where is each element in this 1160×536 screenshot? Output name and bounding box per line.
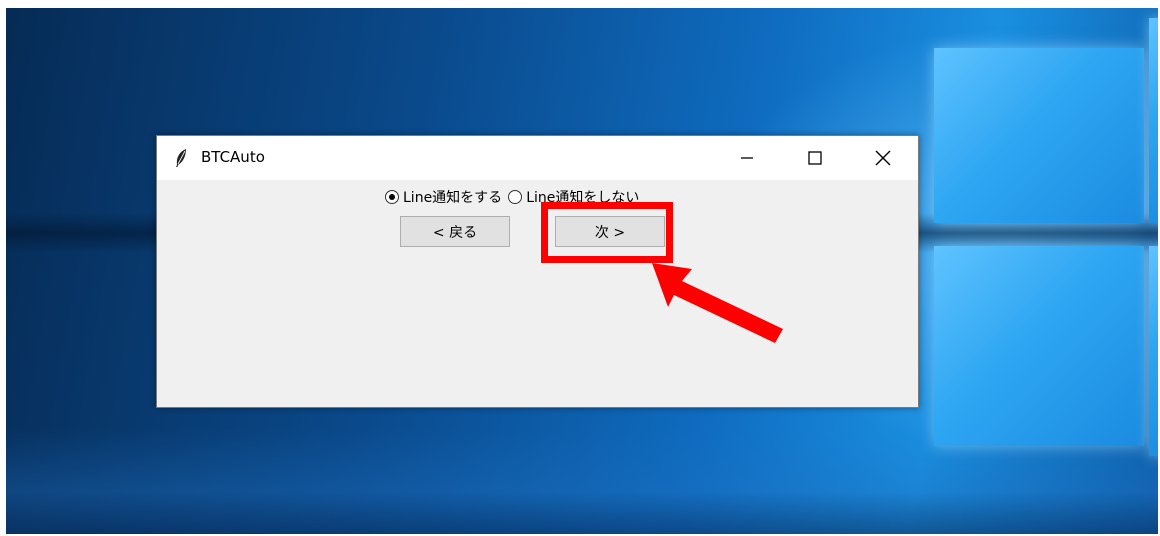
wallpaper-logo-pane [934, 48, 1144, 223]
minimize-button[interactable] [724, 136, 770, 180]
title-bar[interactable]: BTCAuto [157, 136, 918, 180]
wallpaper-logo-pane [1149, 18, 1158, 223]
app-window: BTCAuto Line通知をする Line通知をしない < 戻る 次 > [156, 135, 919, 408]
radio-line-notify-on-label[interactable]: Line通知をする [403, 187, 502, 207]
window-title: BTCAuto [201, 148, 265, 166]
highlight-annotation-box [541, 202, 673, 263]
back-button[interactable]: < 戻る [400, 216, 510, 247]
maximize-button[interactable] [792, 136, 838, 180]
minimize-icon [741, 157, 753, 159]
radio-line-notify-off[interactable] [508, 190, 523, 204]
feather-icon [173, 148, 189, 168]
radio-line-notify-on[interactable] [385, 190, 399, 204]
wallpaper-logo-pane [934, 246, 1144, 446]
close-button[interactable] [860, 136, 906, 180]
red-arrow-annotation [652, 263, 783, 343]
wallpaper-logo-pane [1149, 246, 1158, 456]
close-icon [875, 150, 891, 166]
maximize-icon [808, 151, 822, 165]
